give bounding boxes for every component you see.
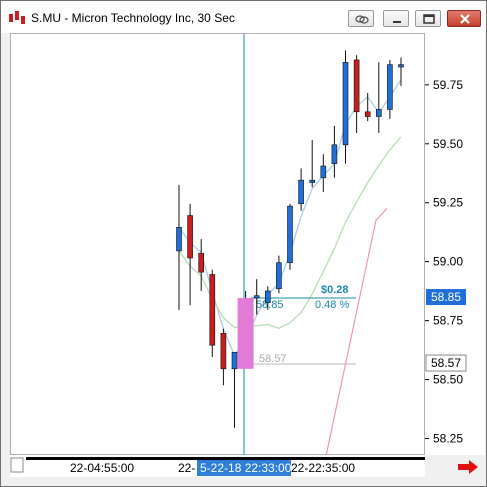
candle-body bbox=[220, 333, 227, 370]
candle-body bbox=[287, 205, 293, 263]
candle-body bbox=[209, 274, 216, 346]
minimize-icon bbox=[393, 21, 401, 23]
candle-body bbox=[231, 351, 238, 370]
candle-body bbox=[253, 295, 260, 299]
price-axis-svg: 59.75 59.50 59.25 59.00 58.75 58.50 58.25 58.85… bbox=[425, 78, 467, 445]
price-tick-label: 58.25 bbox=[433, 431, 463, 445]
price-cursor-label: 58.85 bbox=[431, 290, 461, 304]
price-ref-label: 58.57 bbox=[431, 356, 461, 370]
close-icon bbox=[460, 14, 470, 24]
candle-body bbox=[176, 227, 182, 252]
app-icon bbox=[9, 11, 25, 24]
candle-body bbox=[276, 262, 282, 289]
price-tick-label: 59.75 bbox=[433, 78, 463, 92]
time-axis[interactable]: 22-04:55:00 22- 5-22-18 22:33:00 22-22:3… bbox=[10, 455, 430, 477]
candle-body bbox=[265, 290, 271, 304]
candle-body bbox=[353, 59, 360, 113]
time-axis-svg: 22-04:55:00 22- 5-22-18 22:33:00 22-22:3… bbox=[10, 457, 430, 476]
measure-change: $0.28 bbox=[321, 284, 349, 296]
maximize-icon bbox=[423, 14, 435, 24]
link-icon bbox=[355, 15, 369, 24]
time-label-right: 22-22:35:00 bbox=[291, 461, 355, 475]
maximize-button[interactable] bbox=[415, 10, 441, 27]
chart-plot-area[interactable]: $0.28 58.85 0.48 % 58.57 bbox=[10, 33, 426, 457]
price-tick-label: 58.75 bbox=[433, 314, 463, 328]
time-label-selected: 5-22-18 22:33:00 bbox=[200, 461, 292, 475]
time-label-prefix: 22- bbox=[178, 461, 195, 475]
candle-body bbox=[331, 144, 338, 164]
candle-body bbox=[387, 64, 393, 110]
measure-ref-price: 58.57 bbox=[259, 353, 287, 365]
candle-body bbox=[237, 298, 254, 369]
time-scrollbar[interactable] bbox=[26, 457, 430, 460]
candle-body bbox=[298, 179, 304, 205]
window-title: S.MU - Micron Technology Inc, 30 Sec bbox=[31, 11, 235, 25]
candle-body bbox=[375, 109, 382, 117]
price-tick-label: 58.50 bbox=[433, 373, 463, 387]
candle-body bbox=[398, 64, 404, 68]
price-axis[interactable]: 59.75 59.50 59.25 59.00 58.75 58.50 58.25 58.85… bbox=[425, 33, 485, 455]
candle-body bbox=[364, 111, 371, 117]
candle-body bbox=[342, 61, 349, 146]
link-button[interactable] bbox=[348, 10, 374, 27]
candle-body bbox=[320, 165, 327, 179]
measure-percent: 0.48 % bbox=[315, 299, 349, 311]
price-tick-label: 59.00 bbox=[433, 255, 463, 269]
chart-window: S.MU - Micron Technology Inc, 30 Sec $0.… bbox=[0, 0, 487, 487]
candle-body bbox=[309, 179, 316, 183]
candlestick-chart[interactable]: $0.2858.85 0.48 %58.57 bbox=[11, 34, 426, 457]
price-tick-label: 59.25 bbox=[433, 196, 463, 210]
minimize-button[interactable] bbox=[383, 10, 409, 27]
scroll-right-arrow-icon[interactable] bbox=[457, 459, 479, 475]
candle-body bbox=[198, 252, 204, 273]
candle-body bbox=[187, 215, 193, 259]
close-button[interactable] bbox=[447, 10, 481, 27]
title-bar[interactable]: S.MU - Micron Technology Inc, 30 Sec bbox=[1, 1, 486, 33]
scroll-checkbox[interactable] bbox=[10, 457, 24, 473]
price-tick-label: 59.50 bbox=[433, 137, 463, 151]
time-label-left: 22-04:55:00 bbox=[70, 461, 134, 475]
